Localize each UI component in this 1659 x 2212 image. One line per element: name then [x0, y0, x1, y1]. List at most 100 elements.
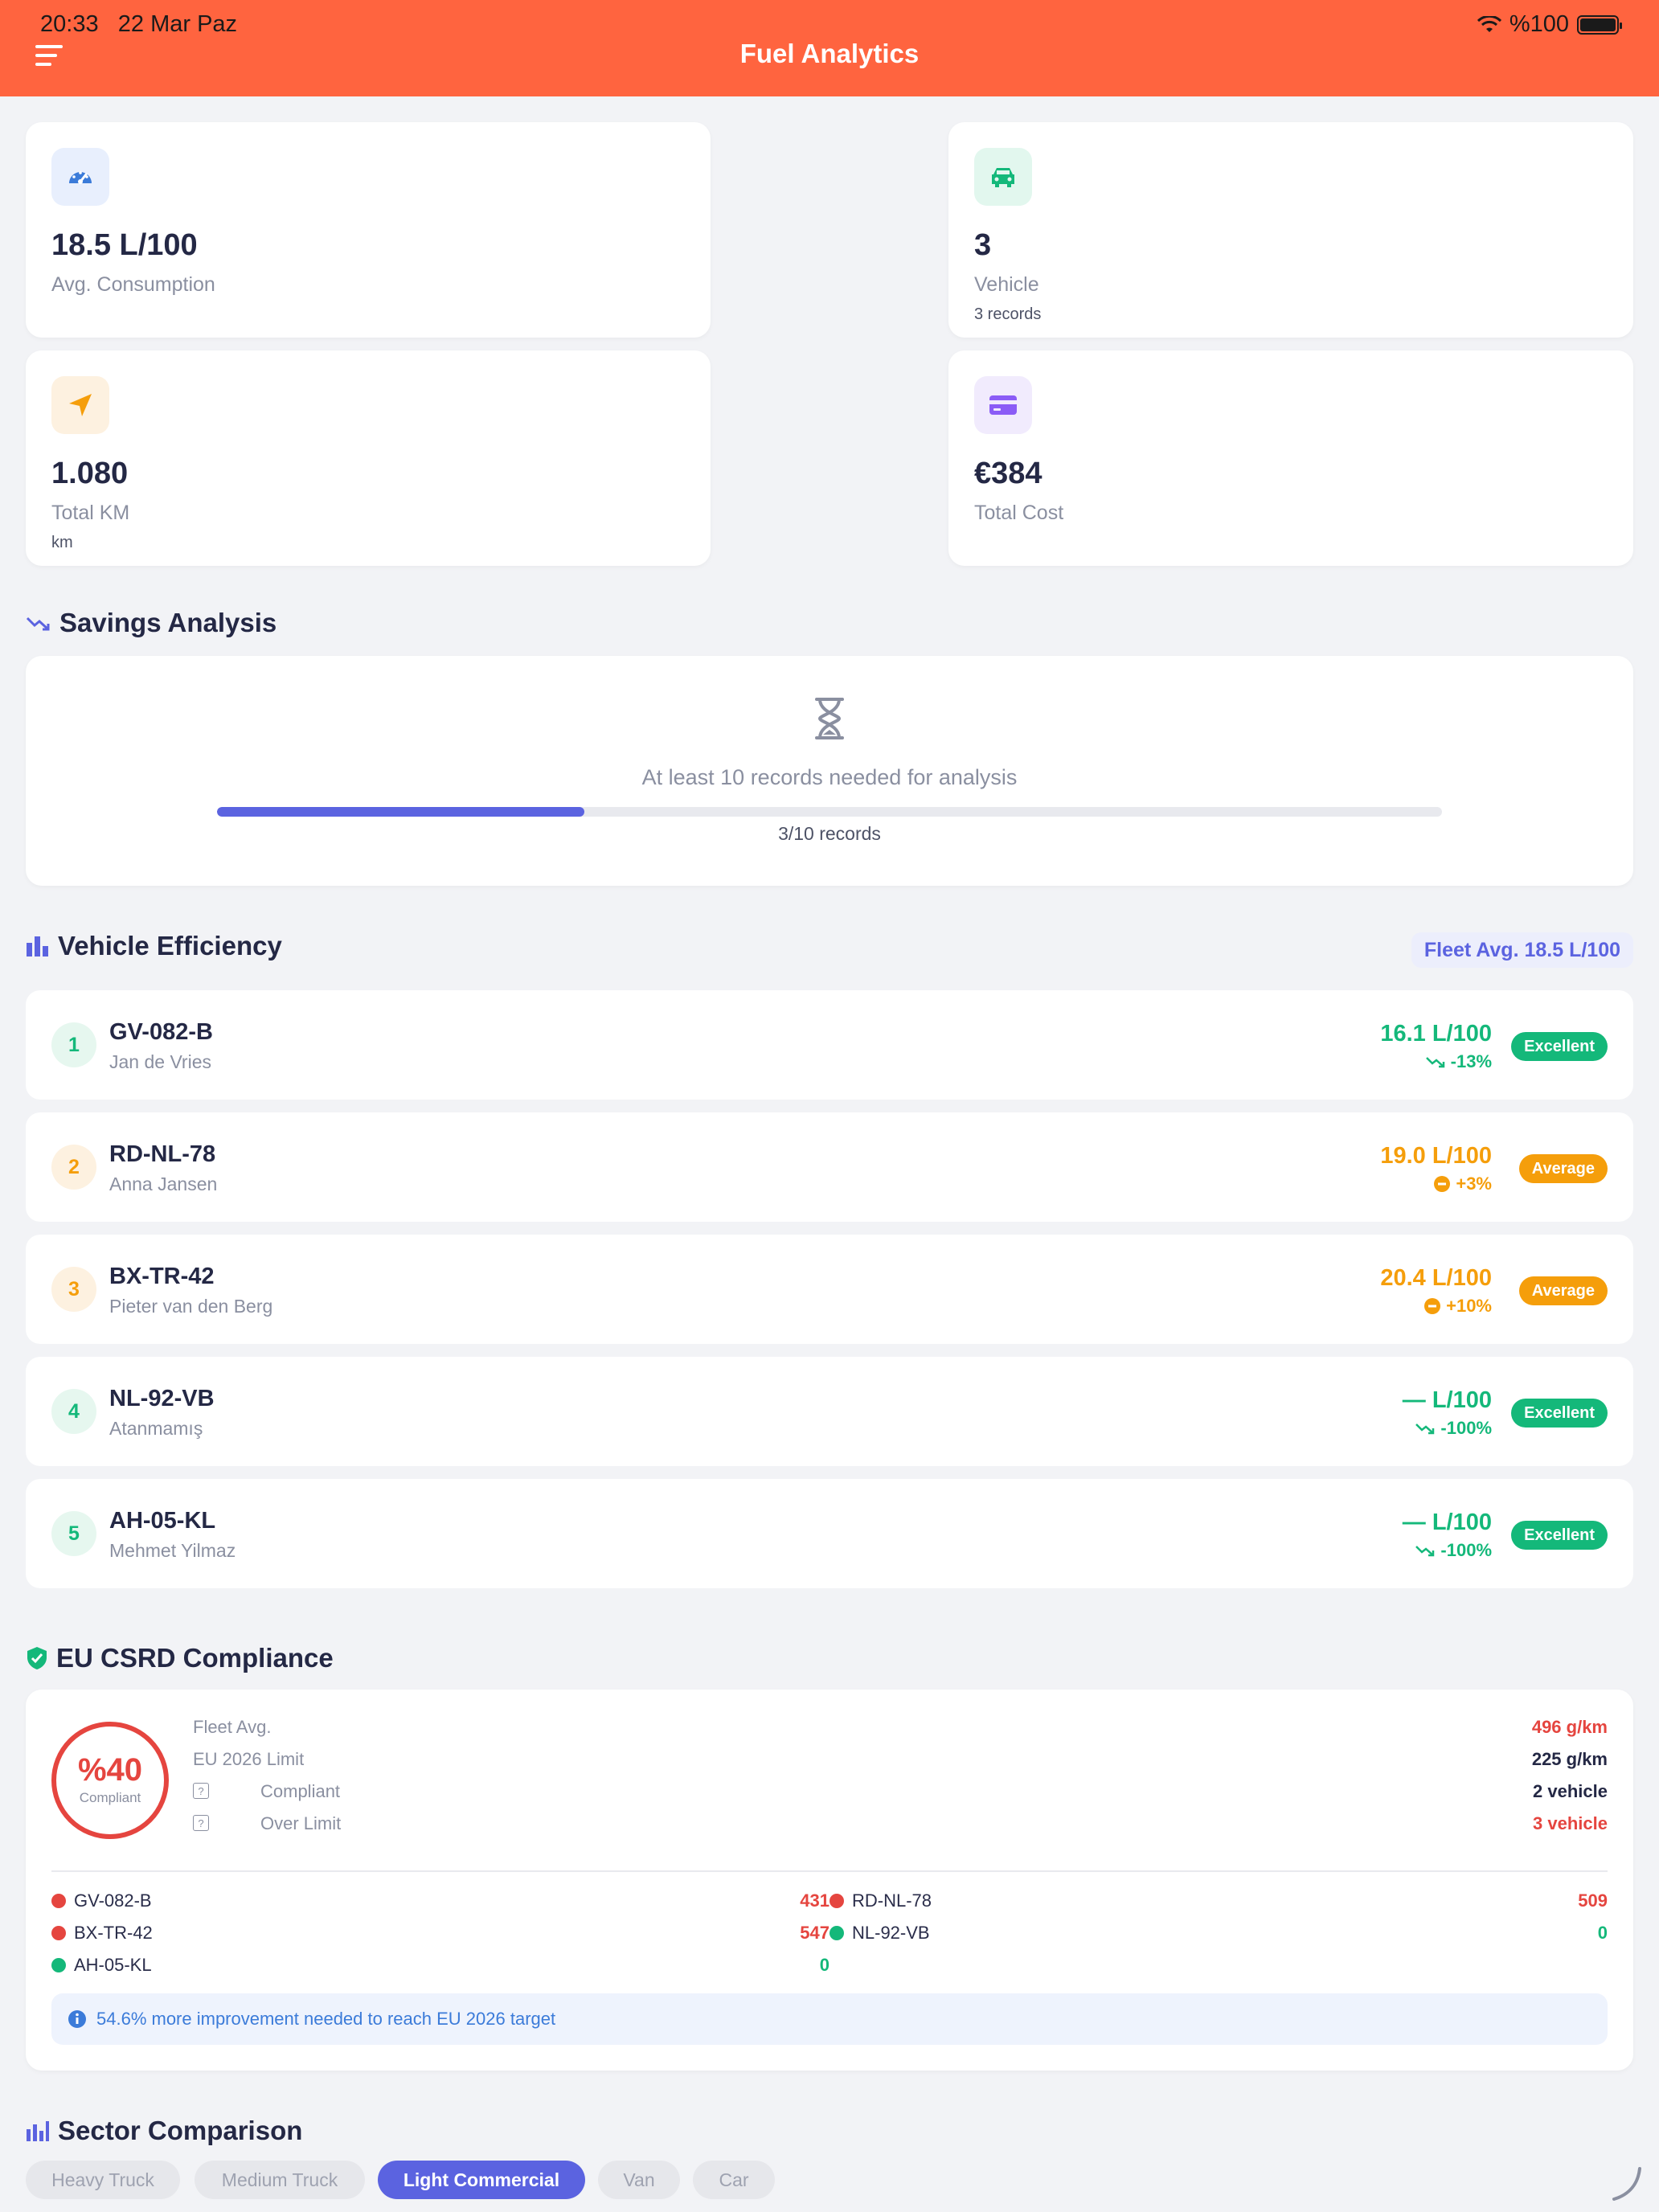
co2-vehicle-plate: RD-NL-78: [852, 1890, 932, 1911]
sector-tab[interactable]: Car: [693, 2161, 775, 2199]
sector-tab[interactable]: Medium Truck: [195, 2161, 365, 2199]
total-km-card: 1.080 Total KM km: [26, 350, 711, 566]
page-title: Fuel Analytics: [739, 39, 920, 68]
vehicle-consumption: 19.0 L/100: [1380, 1143, 1492, 1169]
trending-down-icon: [1425, 1057, 1444, 1068]
vehicle-row[interactable]: 3 BX-TR-42 Pieter van den Berg 20.4 L/100 +1…: [26, 1235, 1633, 1344]
compliance-gauge-label: Compliant: [79, 1790, 141, 1805]
co2-vehicle-item: AH-05-KL: [51, 1955, 152, 1976]
co2-vehicle-plate: GV-082-B: [74, 1890, 152, 1911]
vehicle-row[interactable]: 5 AH-05-KL Mehmet Yilmaz — L/100 -100% Excell…: [26, 1479, 1633, 1588]
vehicle-plate: BX-TR-42: [109, 1264, 215, 1289]
savings-card: At least 10 records needed for analysis …: [26, 656, 1633, 886]
eu-limit-label: EU 2026 Limit: [193, 1749, 305, 1769]
hourglass-icon: [815, 698, 844, 739]
vehicle-delta: +10%: [1423, 1296, 1492, 1317]
co2-vehicle-value: 431: [800, 1890, 830, 1911]
vehicle-plate: AH-05-KL: [109, 1508, 216, 1534]
total-km-unit: km: [51, 534, 73, 551]
bar-chart-icon: [27, 936, 48, 956]
status-time: 20:33 22 Mar Paz: [40, 11, 238, 37]
status-dot: [51, 1926, 66, 1940]
vehicle-rank: 1: [51, 1022, 96, 1067]
co2-vehicle-value: 0: [1597, 1923, 1608, 1943]
vehicle-card: 3 Vehicle 3 records: [948, 122, 1633, 338]
savings-section-title: Savings Analysis: [26, 608, 276, 638]
co2-vehicle-value: 547: [800, 1923, 830, 1943]
vehicle-rank: 3: [51, 1267, 96, 1312]
status-dot: [830, 1926, 844, 1940]
efficiency-badge: Excellent: [1511, 1399, 1608, 1428]
sector-tab[interactable]: Van: [598, 2161, 680, 2199]
vehicle-driver: Mehmet Yilmaz: [109, 1540, 236, 1561]
co2-vehicle-item: NL-92-VB: [830, 1923, 930, 1944]
efficiency-badge: Average: [1518, 1154, 1608, 1183]
status-indicators: %100: [1477, 11, 1622, 38]
compliance-card: %40 Compliant Fleet Avg. 496 g/km EU 202…: [26, 1690, 1633, 2071]
navigation-arrow-icon: [51, 376, 109, 434]
efficiency-badge: Excellent: [1511, 1032, 1608, 1061]
shield-check-icon: [27, 1647, 47, 1669]
sector-tab[interactable]: Heavy Truck: [26, 2161, 180, 2199]
trending-down-icon: [26, 616, 50, 631]
fleet-avg-value: 496 g/km: [1531, 1717, 1608, 1737]
minus-circle-icon: [1434, 1176, 1451, 1192]
trending-down-icon: [1415, 1423, 1435, 1435]
fleet-avg-label: Fleet Avg.: [193, 1717, 272, 1737]
co2-vehicle-item: BX-TR-42: [51, 1923, 153, 1944]
vehicle-label: Vehicle: [974, 273, 1039, 296]
sector-tab[interactable]: Light Commercial: [378, 2161, 585, 2199]
minus-circle-icon: [1424, 1298, 1441, 1314]
efficiency-badge: Average: [1518, 1276, 1608, 1305]
eu-limit-value: 225 g/km: [1531, 1749, 1608, 1769]
compliance-info-banner: 54.6% more improvement needed to reach E…: [51, 1993, 1608, 2045]
compliance-info-text: 54.6% more improvement needed to reach E…: [96, 2009, 556, 2029]
sector-section-title: Sector Comparison: [26, 2116, 302, 2146]
vehicle-delta: +3%: [1433, 1174, 1492, 1194]
status-dot: [51, 1894, 66, 1908]
vehicle-consumption: — L/100: [1402, 1509, 1492, 1535]
vehicle-row[interactable]: 4 NL-92-VB Atanmamış — L/100 -100% Excellent: [26, 1357, 1633, 1466]
total-cost-label: Total Cost: [974, 502, 1064, 524]
compliant-value: 2 vehicle: [1533, 1781, 1608, 1801]
total-cost-card: €384 Total Cost: [948, 350, 1633, 566]
compliance-section-title: EU CSRD Compliance: [26, 1643, 334, 1673]
co2-vehicle-plate: BX-TR-42: [74, 1923, 153, 1943]
total-km-value: 1.080: [51, 457, 129, 490]
vehicle-delta: -100%: [1415, 1540, 1492, 1561]
avg-consumption-value: 18.5 L/100: [51, 228, 198, 262]
records-progress-bar: [217, 807, 1442, 817]
total-km-label: Total KM: [51, 502, 130, 524]
vehicle-consumption: — L/100: [1402, 1387, 1492, 1413]
vehicle-plate: NL-92-VB: [109, 1386, 215, 1411]
avg-consumption-card: 18.5 L/100 Avg. Consumption: [26, 122, 711, 338]
vehicle-row[interactable]: 1 GV-082-B Jan de Vries 16.1 L/100 -13% Excel…: [26, 990, 1633, 1100]
vehicle-rank: 5: [51, 1511, 96, 1556]
efficiency-badge: Excellent: [1511, 1521, 1608, 1550]
vehicle-count-value: 3: [974, 228, 992, 262]
vehicle-consumption: 16.1 L/100: [1380, 1021, 1492, 1047]
total-cost-value: €384: [974, 457, 1043, 490]
vehicle-plate: GV-082-B: [109, 1019, 213, 1045]
vehicle-consumption: 20.4 L/100: [1380, 1265, 1492, 1291]
compliance-gauge: %40 Compliant: [51, 1722, 169, 1839]
efficiency-section-title: Vehicle Efficiency: [26, 931, 282, 961]
vehicle-delta: -13%: [1425, 1051, 1492, 1072]
co2-vehicle-plate: AH-05-KL: [74, 1955, 152, 1975]
vehicle-driver: Jan de Vries: [109, 1051, 211, 1072]
over-limit-value: 3 vehicle: [1533, 1813, 1608, 1833]
status-dot: [51, 1958, 66, 1972]
wifi-icon: [1477, 15, 1501, 32]
compliance-percent: %40: [77, 1752, 143, 1788]
savings-message: At least 10 records needed for analysis: [641, 765, 1018, 789]
co2-vehicle-value: 509: [1578, 1890, 1608, 1911]
fleet-average-pill: Fleet Avg. 18.5 L/100: [1411, 932, 1633, 968]
compliant-placeholder-icon: ?: [193, 1783, 209, 1799]
vehicle-row[interactable]: 2 RD-NL-78 Anna Jansen 19.0 L/100 +3% Average: [26, 1112, 1633, 1222]
car-icon: [974, 148, 1032, 206]
vehicle-rank: 4: [51, 1389, 96, 1434]
compliance-divider: [51, 1870, 1608, 1872]
trending-down-icon: [1415, 1546, 1435, 1557]
over-limit-placeholder-icon: ?: [193, 1815, 209, 1831]
vehicle-driver: Anna Jansen: [109, 1174, 218, 1194]
